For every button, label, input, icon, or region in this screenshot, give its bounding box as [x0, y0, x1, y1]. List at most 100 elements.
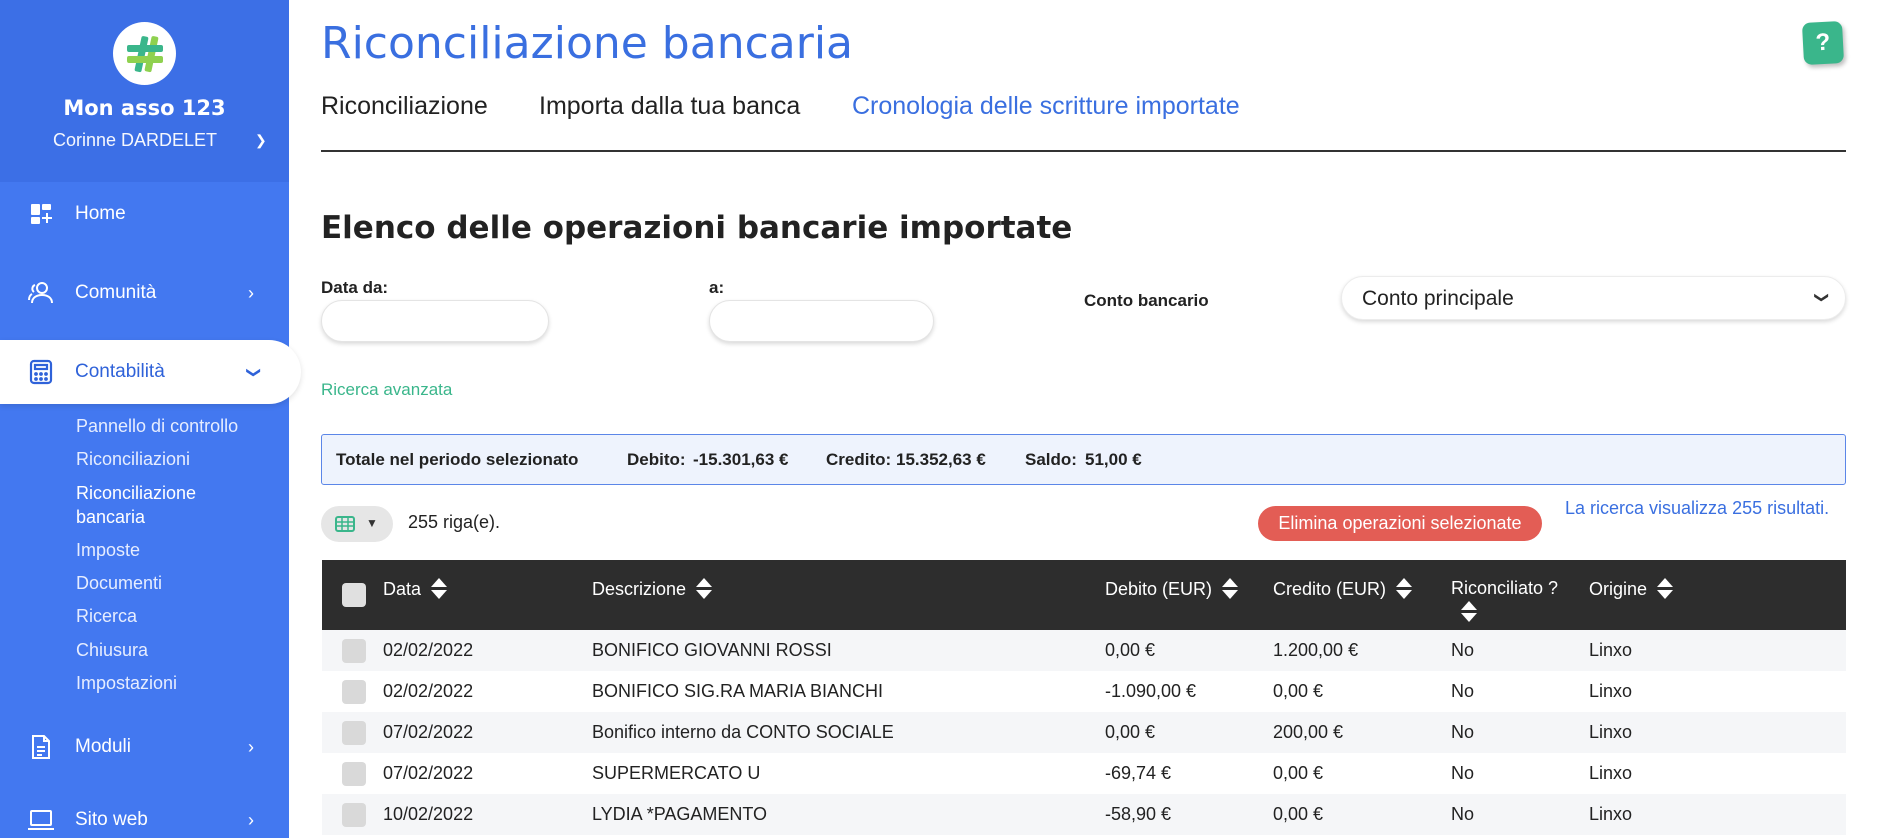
column-header-descrizione[interactable]: Descrizione: [592, 578, 713, 600]
tab-cronologia[interactable]: Cronologia delle scritture importate: [852, 92, 1240, 121]
subnav-riconciliazione-bancaria[interactable]: Riconciliazione bancaria: [76, 481, 196, 529]
account-select-value: Conto principale: [1362, 287, 1514, 310]
subnav-ricerca[interactable]: Ricerca: [76, 604, 137, 628]
cell-debito: -58,90 €: [1105, 804, 1172, 824]
cell-descrizione: SUPERMERCATO U: [592, 763, 761, 783]
sidebar-item-label: Sito web: [75, 809, 148, 830]
table-row[interactable]: 07/02/2022 Bonifico interno da CONTO SOC…: [322, 712, 1846, 753]
cell-data: 02/02/2022: [383, 640, 474, 660]
column-header-debito[interactable]: Debito (EUR): [1105, 578, 1239, 600]
table-row[interactable]: 07/02/2022 SUPERMERCATO U -69,74 € 0,00 …: [322, 753, 1846, 794]
column-label: Descrizione: [592, 578, 687, 599]
cell-descrizione: Bonifico interno da CONTO SOCIALE: [592, 722, 894, 742]
results-info: La ricerca visualizza 255 risultati.: [1565, 498, 1830, 518]
subnav-documenti[interactable]: Documenti: [76, 571, 162, 595]
sort-icon[interactable]: [1222, 578, 1239, 600]
subnav-riconciliazioni[interactable]: Riconciliazioni: [76, 447, 190, 471]
sidebar-item-home[interactable]: Home: [0, 182, 289, 246]
cell-riconciliato: No: [1451, 804, 1475, 824]
cell-debito: -69,74 €: [1105, 763, 1172, 783]
spreadsheet-icon: [335, 516, 355, 532]
cell-origine: Linxo: [1589, 640, 1633, 660]
row-count: 255 riga(e).: [408, 512, 501, 532]
cell-credito: 0,00 €: [1273, 763, 1324, 783]
sidebar-header: Mon asso 123 Corinne DARDELET ❯: [0, 0, 289, 182]
column-label: Riconciliato ?: [1451, 578, 1559, 598]
totals-label: Totale nel periodo selezionato: [336, 450, 579, 469]
row-checkbox[interactable]: [342, 762, 366, 786]
subnav-impostazioni[interactable]: Impostazioni: [76, 671, 177, 695]
cell-data: 07/02/2022: [383, 763, 474, 783]
cell-riconciliato: No: [1451, 640, 1475, 660]
credit-value: 15.352,63 €: [896, 450, 986, 469]
subnav-pannello-di-controllo[interactable]: Pannello di controllo: [76, 414, 238, 438]
sidebar-item-comunita[interactable]: Comunità ›: [0, 261, 289, 325]
subnav-label-line1: Riconciliazione: [76, 483, 197, 503]
table-header: Data Descrizione Debito (EUR) Credito (E…: [322, 560, 1846, 630]
cell-credito: 200,00 €: [1273, 722, 1344, 742]
sidebar: Mon asso 123 Corinne DARDELET ❯ Home Com…: [0, 0, 301, 838]
sort-icon[interactable]: [1396, 578, 1413, 600]
dashboard-icon: [27, 200, 55, 228]
export-button[interactable]: ▼: [321, 506, 393, 542]
sidebar-item-label: Comunità: [75, 282, 157, 303]
select-all-checkbox[interactable]: [342, 583, 366, 607]
table-row[interactable]: 10/02/2022 LYDIA *PAGAMENTO -58,90 € 0,0…: [322, 794, 1846, 835]
account-label: Conto bancario: [1084, 291, 1209, 310]
cell-origine: Linxo: [1589, 763, 1633, 783]
sort-icon[interactable]: [431, 578, 448, 600]
subnav-imposte[interactable]: Imposte: [76, 538, 140, 562]
sidebar-item-contabilita[interactable]: Contabilità ❯: [0, 340, 301, 404]
cell-origine: Linxo: [1589, 681, 1633, 701]
cell-credito: 1.200,00 €: [1273, 640, 1359, 660]
section-title: Elenco delle operazioni bancarie importa…: [321, 210, 1073, 246]
page-title: Riconciliazione bancaria: [321, 18, 854, 69]
chevron-right-icon: ›: [248, 282, 254, 303]
tab-riconciliazione[interactable]: Riconciliazione: [321, 92, 488, 121]
sidebar-item-moduli[interactable]: Moduli ›: [0, 715, 289, 779]
org-name: Mon asso 123: [63, 96, 226, 120]
table-row[interactable]: 02/02/2022 BONIFICO GIOVANNI ROSSI 0,00 …: [322, 630, 1846, 671]
sort-icon[interactable]: [1657, 578, 1674, 600]
cell-debito: -1.090,00 €: [1105, 681, 1197, 701]
cell-data: 10/02/2022: [383, 804, 474, 824]
chevron-right-icon: ›: [248, 736, 254, 757]
row-checkbox[interactable]: [342, 803, 366, 827]
debit-value: -15.301,63 €: [693, 450, 789, 469]
tab-importa[interactable]: Importa dalla tua banca: [539, 92, 800, 121]
date-from-input[interactable]: [321, 300, 549, 342]
cell-credito: 0,00 €: [1273, 681, 1324, 701]
user-name[interactable]: Corinne DARDELET: [0, 130, 270, 151]
cell-riconciliato: No: [1451, 681, 1475, 701]
sidebar-item-sito-web[interactable]: Sito web ›: [0, 788, 289, 838]
help-button[interactable]: ?: [1801, 20, 1845, 66]
date-to-input[interactable]: [709, 300, 934, 342]
cell-descrizione: BONIFICO SIG.RA MARIA BIANCHI: [592, 681, 884, 701]
table-row[interactable]: 02/02/2022 BONIFICO SIG.RA MARIA BIANCHI…: [322, 671, 1846, 712]
column-label: Data: [383, 578, 422, 599]
sidebar-item-label: Moduli: [75, 736, 131, 757]
row-checkbox[interactable]: [342, 680, 366, 704]
column-header-riconciliato[interactable]: Riconciliato ?: [1451, 578, 1558, 623]
account-select[interactable]: Conto principale ❯: [1341, 276, 1846, 320]
chevron-down-icon[interactable]: ❯: [255, 132, 267, 149]
operations-table: Data Descrizione Debito (EUR) Credito (E…: [322, 560, 1846, 835]
delete-selected-button[interactable]: Elimina operazioni selezionate: [1258, 506, 1542, 541]
column-label: Debito (EUR): [1105, 578, 1213, 599]
cell-credito: 0,00 €: [1273, 804, 1324, 824]
column-header-credito[interactable]: Credito (EUR): [1273, 578, 1413, 600]
row-checkbox[interactable]: [342, 639, 366, 663]
totals-bar: Totale nel periodo selezionato Debito: -…: [321, 434, 1846, 485]
column-header-origine[interactable]: Origine: [1589, 578, 1674, 600]
chevron-down-icon: ❯: [1814, 291, 1831, 304]
caret-down-icon: ▼: [366, 516, 378, 530]
cell-origine: Linxo: [1589, 722, 1633, 742]
sort-icon[interactable]: [1461, 601, 1477, 623]
row-checkbox[interactable]: [342, 721, 366, 745]
cell-data: 07/02/2022: [383, 722, 474, 742]
sort-icon[interactable]: [696, 578, 713, 600]
column-header-data[interactable]: Data: [383, 578, 448, 600]
advanced-search-link[interactable]: Ricerca avanzata: [321, 380, 452, 400]
org-logo[interactable]: [113, 22, 176, 85]
subnav-chiusura[interactable]: Chiusura: [76, 638, 148, 662]
